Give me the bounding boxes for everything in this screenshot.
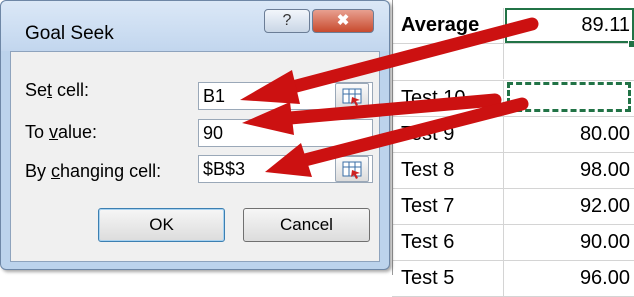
cell-a-test-6[interactable]: Test 6 bbox=[392, 225, 504, 260]
changing-cell-marquee bbox=[507, 82, 631, 112]
cell-a-test-8[interactable]: Test 8 bbox=[392, 153, 504, 188]
to-value-input[interactable]: 90 bbox=[198, 119, 373, 147]
changing-cell-range-picker-button[interactable] bbox=[335, 156, 369, 182]
row-test-6: Test 6 90.00 bbox=[392, 225, 634, 261]
row-test-9: Test 9 80.00 bbox=[392, 117, 634, 153]
changing-cell-label: By changing cell: bbox=[25, 161, 162, 181]
close-icon: ✖ bbox=[336, 12, 350, 29]
cell-b-test-9[interactable]: 80.00 bbox=[505, 117, 634, 152]
set-cell-label: Set cell: bbox=[25, 80, 90, 100]
set-cell-range-picker-button[interactable] bbox=[335, 83, 369, 109]
ok-button[interactable]: OK bbox=[98, 208, 225, 242]
cell-b-empty[interactable] bbox=[505, 44, 634, 79]
dialog-titlebar[interactable]: Goal Seek ? ✖ bbox=[1, 1, 389, 51]
cell-b-test-8[interactable]: 98.00 bbox=[505, 153, 634, 188]
cell-b-test-5[interactable]: 96.00 bbox=[505, 261, 634, 296]
help-button[interactable]: ? bbox=[264, 9, 310, 33]
cell-b1-average-value[interactable]: 89.11 bbox=[505, 8, 634, 43]
cell-a-test-10[interactable]: Test 10 bbox=[392, 81, 504, 116]
column-divider bbox=[392, 0, 393, 275]
cell-b-test-7[interactable]: 92.00 bbox=[505, 189, 634, 224]
cell-a-empty[interactable] bbox=[392, 44, 504, 79]
row-test-8: Test 8 98.00 bbox=[392, 153, 634, 189]
row-test-5: Test 5 96.00 bbox=[392, 261, 634, 297]
fill-handle[interactable] bbox=[628, 40, 634, 48]
help-icon: ? bbox=[282, 12, 292, 29]
to-value-label: To value: bbox=[25, 122, 98, 142]
dialog-title: Goal Seek bbox=[25, 23, 114, 44]
cell-a-test-7[interactable]: Test 7 bbox=[392, 189, 504, 224]
cell-a-average[interactable]: Average bbox=[392, 8, 504, 43]
row-test-7: Test 7 92.00 bbox=[392, 189, 634, 225]
row-average: Average 89.11 bbox=[392, 8, 634, 44]
goal-seek-dialog: Goal Seek ? ✖ Set cell: B1 To value: 90 bbox=[0, 0, 390, 270]
collapse-dialog-icon bbox=[342, 161, 362, 179]
cell-a-test-9[interactable]: Test 9 bbox=[392, 117, 504, 152]
collapse-dialog-icon bbox=[342, 88, 362, 106]
row-empty bbox=[392, 44, 634, 81]
close-button[interactable]: ✖ bbox=[312, 9, 374, 33]
cancel-button[interactable]: Cancel bbox=[243, 208, 370, 242]
cell-b-test-6[interactable]: 90.00 bbox=[505, 225, 634, 260]
cell-a-test-5[interactable]: Test 5 bbox=[392, 261, 504, 296]
